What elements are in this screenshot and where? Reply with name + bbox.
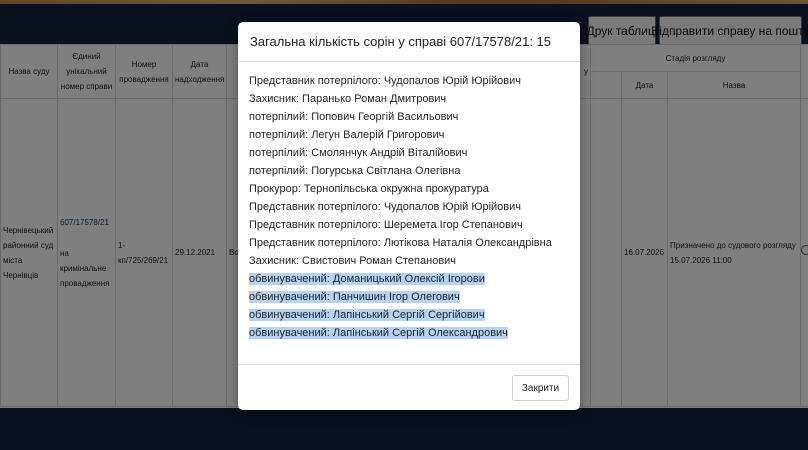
modal-footer: Закрити: [238, 364, 580, 410]
party-item-selected: обвинувачений: Панчишин Ігор Олегович: [249, 291, 460, 303]
party-item-selected: обвинувачений: Доманицький Олексій Ігоро…: [249, 273, 485, 285]
party-item: Представник потерпілого: Чудопалов Юрій …: [249, 75, 521, 87]
party-item: Представник потерпілого: Шеремета Ігор С…: [249, 219, 523, 231]
party-item: потерпілий: Легун Валерій Григорович: [249, 129, 445, 141]
party-item-selected: обвинувачений: Лапінський Сергій Сергійо…: [249, 309, 485, 321]
party-item: потерпілий: Погурська Світлана Олегівна: [249, 165, 461, 177]
close-button[interactable]: Закрити: [512, 375, 569, 401]
party-item: Захисник: Свистович Роман Степанович: [249, 255, 457, 267]
party-item: Представник потерпілого: Лютікова Наталі…: [249, 237, 552, 249]
party-item: Представник потерпілого: Чудопалов Юрій …: [249, 201, 521, 213]
modal-body: Представник потерпілого: Чудопалов Юрій …: [238, 62, 580, 342]
modal-title: Загальна кількість сорін у справі 607/17…: [250, 34, 552, 49]
party-item: потерпілий: Попович Георгій Васильович: [249, 111, 459, 123]
party-item: Прокурор: Тернопільська окружна прокурат…: [249, 183, 489, 195]
party-item: потерпілий: Смолянчук Андрій Віталійович: [249, 147, 468, 159]
party-item: Захисник: Паранько Роман Дмитрович: [249, 93, 447, 105]
parties-modal: Загальна кількість сорін у справі 607/17…: [238, 22, 580, 410]
modal-header: Загальна кількість сорін у справі 607/17…: [238, 22, 580, 62]
party-item-selected: обвинувачений: Лапінський Сергій Олексан…: [249, 327, 508, 339]
